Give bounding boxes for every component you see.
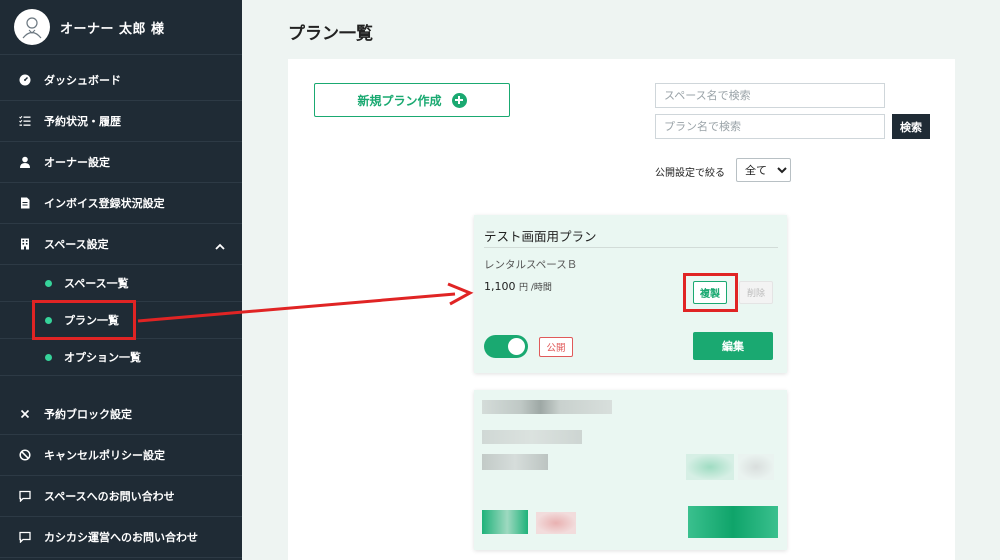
- sidebar-item-space-inquiry[interactable]: スペースへのお問い合わせ: [0, 476, 242, 517]
- blurred-price: [482, 454, 548, 470]
- plan-price: 1,100 円 /時間: [484, 280, 552, 293]
- delete-button[interactable]: 削除: [739, 281, 773, 304]
- chat-icon: [18, 530, 32, 544]
- public-filter-select[interactable]: 全て: [736, 158, 791, 182]
- user-icon: [18, 155, 32, 169]
- new-plan-button[interactable]: 新規プラン作成: [314, 83, 510, 117]
- duplicate-button[interactable]: 複製: [693, 281, 727, 304]
- building-icon: [18, 237, 32, 251]
- search-button[interactable]: 検索: [892, 114, 930, 139]
- sidebar-item-dashboard[interactable]: ダッシュボード: [0, 60, 242, 101]
- chat-icon: [18, 489, 32, 503]
- plan-card: テスト画面用プラン レンタルスペースＢ 1,100 円 /時間 複製 削除 公開…: [474, 215, 787, 373]
- publish-toggle[interactable]: [484, 335, 528, 358]
- public-status-badge: 公開: [539, 337, 573, 357]
- filter-label: 公開設定で絞る: [655, 168, 725, 179]
- dashboard-icon: [18, 73, 32, 87]
- search-space-input[interactable]: [655, 83, 885, 108]
- x-icon: [18, 407, 32, 421]
- blurred-badge: [536, 512, 576, 534]
- blurred-delete: [738, 454, 774, 480]
- highlight-box: [32, 300, 136, 340]
- blurred-title: [482, 400, 612, 414]
- edit-button[interactable]: 編集: [693, 332, 773, 360]
- chevron-up-icon[interactable]: [214, 238, 226, 250]
- page-title: プラン一覧: [288, 24, 373, 44]
- plan-card-blurred: [474, 390, 787, 550]
- avatar: [14, 9, 50, 45]
- blurred-duplicate: [686, 454, 734, 480]
- ban-icon: [18, 448, 32, 462]
- sidebar-item-space-settings[interactable]: スペース設定: [0, 224, 242, 265]
- card-divider: [484, 247, 778, 248]
- search-plan-input[interactable]: [655, 114, 885, 139]
- blurred-edit: [688, 506, 778, 538]
- plan-title: テスト画面用プラン: [484, 229, 597, 244]
- plan-price-unit: 円 /時間: [519, 283, 552, 293]
- bullet-dot: [45, 353, 52, 361]
- user-header[interactable]: オーナー 太郎 様: [0, 0, 242, 55]
- user-name: オーナー 太郎 様: [60, 22, 165, 37]
- avatar-icon: [22, 17, 42, 39]
- sidebar-item-operator-inquiry[interactable]: カシカシ運営へのお問い合わせ: [0, 517, 242, 558]
- plus-circle-icon: [451, 92, 467, 108]
- plan-space-name: レンタルスペースＢ: [484, 259, 578, 271]
- plan-price-value: 1,100: [484, 280, 516, 293]
- sidebar-subitem-option-list[interactable]: オプション一覧: [0, 339, 242, 376]
- sidebar-subitem-space-list[interactable]: スペース一覧: [0, 265, 242, 302]
- blurred-space: [482, 430, 582, 444]
- sidebar-item-cancel-policy[interactable]: キャンセルポリシー設定: [0, 435, 242, 476]
- toggle-knob: [508, 338, 525, 355]
- document-icon: [18, 196, 32, 210]
- list-icon: [18, 114, 32, 128]
- sidebar-item-invoice[interactable]: インボイス登録状況設定: [0, 183, 242, 224]
- sidebar-item-reservation-block[interactable]: 予約ブロック設定: [0, 394, 242, 435]
- sidebar: オーナー 太郎 様 ダッシュボード 予約状況・履歴 オーナー設定 インボイス登録…: [0, 0, 242, 560]
- bullet-dot: [45, 279, 52, 287]
- sidebar-item-owner-settings[interactable]: オーナー設定: [0, 142, 242, 183]
- sidebar-item-reservations[interactable]: 予約状況・履歴: [0, 101, 242, 142]
- blurred-toggle: [482, 510, 528, 534]
